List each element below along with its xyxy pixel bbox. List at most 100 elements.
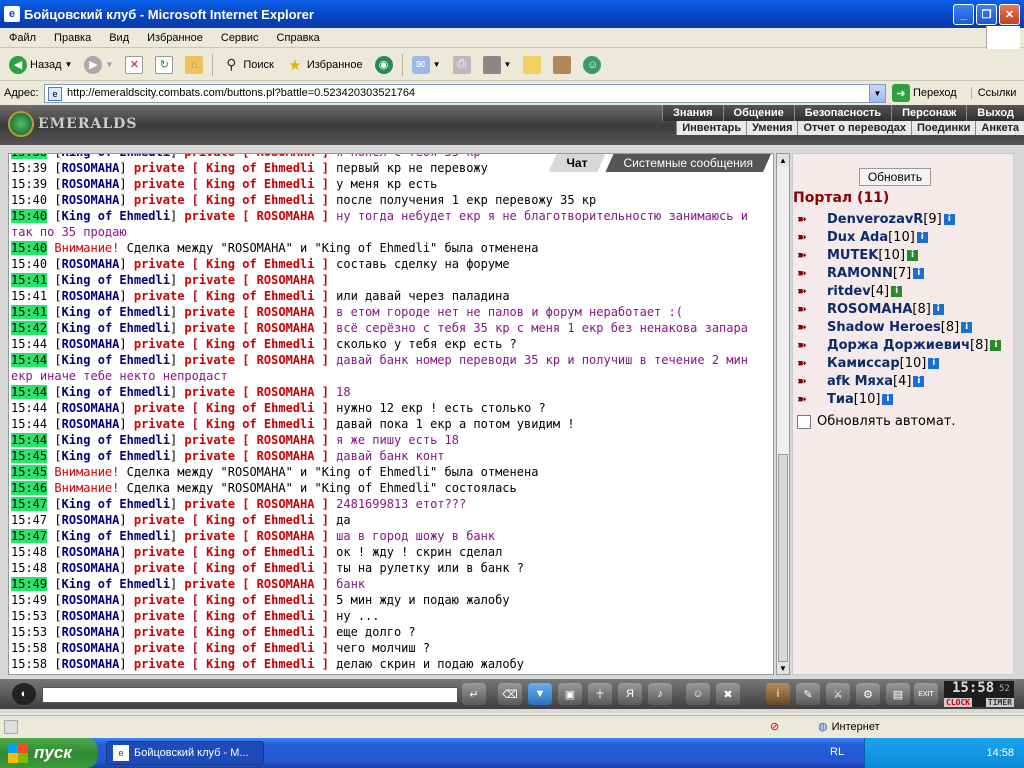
- popup-blocked-icon[interactable]: ⊘: [770, 720, 779, 733]
- chat-recipient[interactable]: King of Ehmedli: [206, 641, 314, 655]
- chat-recipient[interactable]: King of Ehmedli: [206, 401, 314, 415]
- chat-recipient[interactable]: King of Ehmedli: [206, 257, 314, 271]
- chat-recipient[interactable]: King of Ehmedli: [206, 417, 314, 431]
- chat-time[interactable]: 15:44: [11, 337, 47, 351]
- user-nick[interactable]: DenverozavR: [827, 212, 923, 227]
- forward-dropdown-icon[interactable]: ▼: [105, 60, 113, 69]
- chat-recipient[interactable]: ROSOMAHA: [257, 433, 315, 447]
- auto-refresh-checkbox[interactable]: [797, 414, 811, 429]
- chat-recipient[interactable]: King of Ehmedli: [206, 161, 314, 175]
- chat-time[interactable]: 15:53: [11, 625, 47, 639]
- send-icon[interactable]: ↵: [462, 683, 486, 705]
- eraser-icon[interactable]: ⌫: [498, 683, 522, 705]
- chat-sender[interactable]: King of Ehmedli: [62, 273, 170, 287]
- scroll-thumb[interactable]: [778, 454, 788, 662]
- favorites-button[interactable]: ★ Избранное: [283, 52, 366, 78]
- user-info-icon[interactable]: i: [928, 357, 940, 369]
- chat-recipient[interactable]: ROSOMAHA: [257, 497, 315, 511]
- chat-time[interactable]: 15:44: [11, 401, 47, 415]
- menu-item[interactable]: Избранное: [138, 32, 212, 44]
- filter-icon[interactable]: ▼: [528, 683, 552, 705]
- user-info-icon[interactable]: i: [882, 393, 894, 405]
- user-nick[interactable]: MUTEK: [827, 248, 878, 263]
- language-indicator[interactable]: RL: [830, 746, 844, 758]
- chat-recipient[interactable]: King of Ehmedli: [206, 625, 314, 639]
- chat-sender[interactable]: ROSOMAHA: [62, 401, 120, 415]
- chat-sender[interactable]: ROSOMAHA: [62, 257, 120, 271]
- user-nick[interactable]: Камиссар: [827, 356, 900, 371]
- user-nick[interactable]: RAMONN: [827, 266, 893, 281]
- chat-sender[interactable]: King of Ehmedli: [62, 154, 170, 159]
- chat-sender[interactable]: ROSOMAHA: [62, 625, 120, 639]
- address-input[interactable]: e http://emeraldscity.combats.com/button…: [44, 83, 886, 103]
- chat-sender[interactable]: ROSOMAHA: [62, 593, 120, 607]
- gear-icon[interactable]: ⚙: [856, 683, 880, 705]
- user-info-icon[interactable]: i: [932, 303, 944, 315]
- chat-sender[interactable]: ROSOMAHA: [62, 561, 120, 575]
- discuss-button[interactable]: [520, 52, 544, 78]
- online-user[interactable]: ➽ Shadow Heroes [8] i: [797, 318, 1001, 336]
- refresh-online-button[interactable]: Обновить: [859, 168, 931, 186]
- chat-time[interactable]: 15:58: [11, 641, 47, 655]
- chat-recipient[interactable]: King of Ehmedli: [206, 289, 314, 303]
- chat-time[interactable]: 15:47: [11, 529, 48, 543]
- private-arrow-icon[interactable]: ➽: [797, 338, 819, 352]
- refresh-button[interactable]: ↻: [152, 52, 176, 78]
- monitor-icon[interactable]: ▣: [558, 683, 582, 705]
- nav-link[interactable]: Общение: [722, 105, 794, 121]
- chat-sender[interactable]: King of Ehmedli: [62, 529, 170, 543]
- subnav-link[interactable]: Инвентарь: [676, 121, 746, 135]
- taskbar-item-ie[interactable]: e Бойцовский клуб - М...: [106, 741, 264, 765]
- private-arrow-icon[interactable]: ➽: [797, 212, 819, 226]
- online-user[interactable]: ➽ MUTEK [10] i: [797, 246, 1001, 264]
- private-arrow-icon[interactable]: ➽: [797, 302, 819, 316]
- tab-chat[interactable]: Чат: [549, 154, 606, 172]
- translit-icon[interactable]: Я: [618, 683, 642, 705]
- chat-input[interactable]: [42, 687, 458, 703]
- chat-sender[interactable]: King of Ehmedli: [62, 353, 170, 367]
- nav-link[interactable]: Безопасность: [793, 105, 891, 121]
- scroll-down-icon[interactable]: ▼: [777, 662, 789, 674]
- chat-time[interactable]: 15:39: [11, 161, 47, 175]
- mail-button[interactable]: ✉ ▼: [409, 52, 444, 78]
- chat-sender[interactable]: ROSOMAHA: [62, 177, 120, 191]
- address-dropdown-icon[interactable]: ▼: [869, 84, 885, 102]
- chat-recipient[interactable]: King of Ehmedli: [206, 193, 314, 207]
- print-button[interactable]: ⎙: [450, 52, 474, 78]
- scroll-icon[interactable]: ✎: [796, 683, 820, 705]
- messenger-button[interactable]: ☺: [580, 52, 604, 78]
- fighter-icon[interactable]: ☥: [588, 683, 612, 705]
- chat-time[interactable]: 15:53: [11, 609, 47, 623]
- chat-sender[interactable]: ROSOMAHA: [62, 609, 120, 623]
- user-nick[interactable]: afk Мяха: [827, 374, 893, 389]
- info-icon[interactable]: i: [766, 683, 790, 705]
- private-arrow-icon[interactable]: ➽: [797, 392, 819, 406]
- menu-item[interactable]: Правка: [45, 32, 100, 44]
- chat-sender[interactable]: King of Ehmedli: [62, 209, 170, 223]
- chat-sender[interactable]: ROSOMAHA: [62, 417, 120, 431]
- back-button[interactable]: ◀ Назад ▼: [6, 52, 75, 78]
- user-nick[interactable]: Тиа: [827, 392, 854, 407]
- chat-time[interactable]: 15:39: [11, 177, 47, 191]
- user-nick[interactable]: ROSOMAHA: [827, 302, 912, 317]
- online-user[interactable]: ➽ Камиссар [10] i: [797, 354, 1001, 372]
- chat-time[interactable]: 15:44: [11, 385, 48, 399]
- chat-time[interactable]: 15:41: [11, 289, 47, 303]
- exit-icon[interactable]: EXIT: [914, 683, 938, 705]
- chat-recipient[interactable]: King of Ehmedli: [206, 545, 314, 559]
- chat-mode-icon[interactable]: ◐: [12, 683, 36, 705]
- chat-recipient[interactable]: ROSOMAHA: [257, 353, 315, 367]
- user-nick[interactable]: Shadow Heroes: [827, 320, 941, 335]
- chat-time[interactable]: 15:49: [11, 593, 47, 607]
- online-user[interactable]: ➽ afk Мяха [4] i: [797, 372, 1001, 390]
- chat-sender[interactable]: King of Ehmedli: [62, 497, 170, 511]
- online-user[interactable]: ➽ ROSOMAHA [8] i: [797, 300, 1001, 318]
- chat-time[interactable]: 15:49: [11, 577, 48, 591]
- subnav-link[interactable]: Отчет о переводах: [797, 121, 911, 135]
- chat-time[interactable]: 15:47: [11, 513, 47, 527]
- home-button[interactable]: ⌂: [182, 52, 206, 78]
- chat-sender[interactable]: King of Ehmedli: [62, 433, 170, 447]
- chat-recipient[interactable]: ROSOMAHA: [257, 209, 315, 223]
- user-info-icon[interactable]: i: [907, 249, 919, 261]
- user-info-icon[interactable]: i: [961, 321, 973, 333]
